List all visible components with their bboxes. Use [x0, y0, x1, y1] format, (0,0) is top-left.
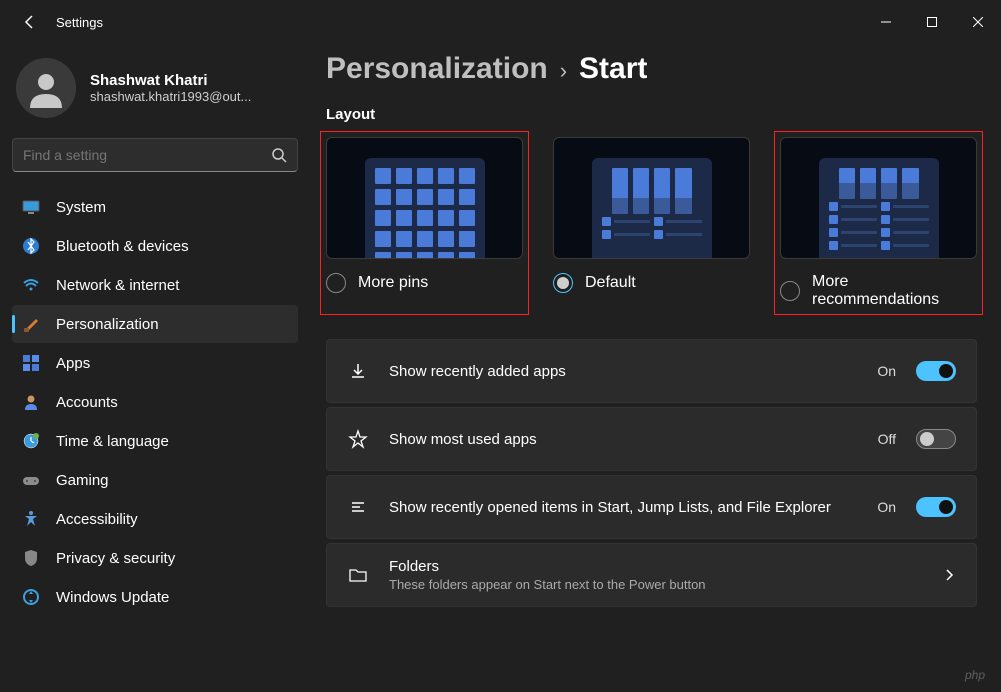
brush-icon — [22, 315, 40, 333]
content-area: Personalization › Start Layout More pins… — [310, 44, 1001, 692]
layout-preview[interactable] — [553, 137, 750, 259]
toggle-switch[interactable] — [916, 497, 956, 517]
sidebar-item-clock[interactable]: Time & language — [12, 422, 298, 460]
maximize-button[interactable] — [909, 6, 955, 38]
sidebar-item-label: Privacy & security — [56, 550, 175, 567]
clock-icon — [22, 432, 40, 450]
search-input[interactable] — [23, 147, 271, 163]
setting-title: Folders — [389, 558, 922, 575]
shield-icon — [22, 549, 40, 567]
download-icon — [347, 361, 369, 381]
layout-preview[interactable] — [780, 137, 977, 259]
sidebar-item-label: Bluetooth & devices — [56, 238, 189, 255]
sidebar-item-person[interactable]: Accounts — [12, 383, 298, 421]
sidebar-item-shield[interactable]: Privacy & security — [12, 539, 298, 577]
layout-option-label: More pins — [358, 274, 428, 292]
radio-button[interactable] — [326, 273, 346, 293]
toggle-state-label: On — [877, 499, 896, 515]
gamepad-icon — [22, 471, 40, 489]
sidebar-item-brush[interactable]: Personalization — [12, 305, 298, 343]
accessibility-icon — [22, 510, 40, 528]
sidebar-item-label: System — [56, 199, 106, 216]
title-bar: Settings — [0, 0, 1001, 44]
sidebar-item-gamepad[interactable]: Gaming — [12, 461, 298, 499]
setting-row[interactable]: Show recently added apps On — [326, 339, 977, 403]
toggle-state-label: On — [877, 363, 896, 379]
breadcrumb-separator: › — [560, 58, 567, 84]
search-icon — [271, 147, 287, 163]
settings-list: Show recently added apps On Show most used… — [326, 339, 977, 607]
sidebar-item-update[interactable]: Windows Update — [12, 578, 298, 616]
layout-option[interactable]: Default — [553, 137, 750, 309]
chevron-right-icon — [942, 568, 956, 582]
sidebar-item-apps[interactable]: Apps — [12, 344, 298, 382]
user-email: shashwat.khatri1993@out... — [90, 89, 251, 104]
radio-button[interactable] — [553, 273, 573, 293]
sidebar-item-label: Accessibility — [56, 511, 138, 528]
setting-text: Show most used apps — [389, 431, 858, 448]
user-profile[interactable]: Shashwat Khatri shashwat.khatri1993@out.… — [12, 54, 298, 134]
toggle-switch[interactable] — [916, 429, 956, 449]
setting-text: Show recently opened items in Start, Jum… — [389, 499, 857, 516]
window-controls — [863, 6, 1001, 38]
avatar — [16, 58, 76, 118]
setting-title: Show recently added apps — [389, 363, 857, 380]
layout-radio-row[interactable]: More recommendations — [780, 273, 977, 309]
setting-subtitle: These folders appear on Start next to th… — [389, 577, 922, 592]
watermark: php — [965, 668, 985, 682]
layout-heading: Layout — [326, 106, 977, 123]
sidebar-item-label: Accounts — [56, 394, 118, 411]
minimize-button[interactable] — [863, 6, 909, 38]
apps-icon — [22, 354, 40, 372]
setting-row[interactable]: Show most used apps Off — [326, 407, 977, 471]
close-button[interactable] — [955, 6, 1001, 38]
user-name: Shashwat Khatri — [90, 72, 251, 89]
sidebar-item-label: Apps — [56, 355, 90, 372]
sidebar-item-monitor[interactable]: System — [12, 188, 298, 226]
update-icon — [22, 588, 40, 606]
layout-option[interactable]: More pins — [321, 132, 528, 314]
wifi-icon — [22, 276, 40, 294]
list-icon — [347, 497, 369, 517]
setting-row[interactable]: Folders These folders appear on Start nex… — [326, 543, 977, 607]
sidebar-item-label: Windows Update — [56, 589, 169, 606]
search-box[interactable] — [12, 138, 298, 172]
breadcrumb-parent[interactable]: Personalization — [326, 52, 548, 86]
radio-button[interactable] — [780, 281, 800, 301]
window-title: Settings — [56, 15, 103, 30]
back-button[interactable] — [18, 10, 42, 34]
setting-text: Folders These folders appear on Start nex… — [389, 558, 922, 592]
person-icon — [22, 393, 40, 411]
setting-row[interactable]: Show recently opened items in Start, Jum… — [326, 475, 977, 539]
bluetooth-icon — [22, 237, 40, 255]
sidebar-item-label: Gaming — [56, 472, 109, 489]
breadcrumb: Personalization › Start — [326, 52, 977, 86]
sidebar: Shashwat Khatri shashwat.khatri1993@out.… — [0, 44, 310, 692]
sidebar-item-wifi[interactable]: Network & internet — [12, 266, 298, 304]
layout-radio-row[interactable]: More pins — [326, 273, 523, 293]
monitor-icon — [22, 198, 40, 216]
sidebar-item-label: Time & language — [56, 433, 169, 450]
layout-preview[interactable] — [326, 137, 523, 259]
setting-title: Show most used apps — [389, 431, 858, 448]
toggle-switch[interactable] — [916, 361, 956, 381]
star-icon — [347, 429, 369, 449]
nav-list: System Bluetooth & devices Network & inter… — [12, 188, 298, 616]
sidebar-item-bluetooth[interactable]: Bluetooth & devices — [12, 227, 298, 265]
sidebar-item-accessibility[interactable]: Accessibility — [12, 500, 298, 538]
setting-text: Show recently added apps — [389, 363, 857, 380]
folder-icon — [347, 565, 369, 585]
setting-title: Show recently opened items in Start, Jum… — [389, 499, 857, 516]
layout-options-row: More pins Default More recommendations — [326, 137, 977, 309]
layout-option-label: More recommendations — [812, 273, 977, 309]
sidebar-item-label: Network & internet — [56, 277, 179, 294]
toggle-state-label: Off — [878, 431, 896, 447]
layout-radio-row[interactable]: Default — [553, 273, 750, 293]
layout-option[interactable]: More recommendations — [775, 132, 982, 314]
layout-option-label: Default — [585, 274, 636, 292]
sidebar-item-label: Personalization — [56, 316, 159, 333]
breadcrumb-current: Start — [579, 52, 647, 86]
